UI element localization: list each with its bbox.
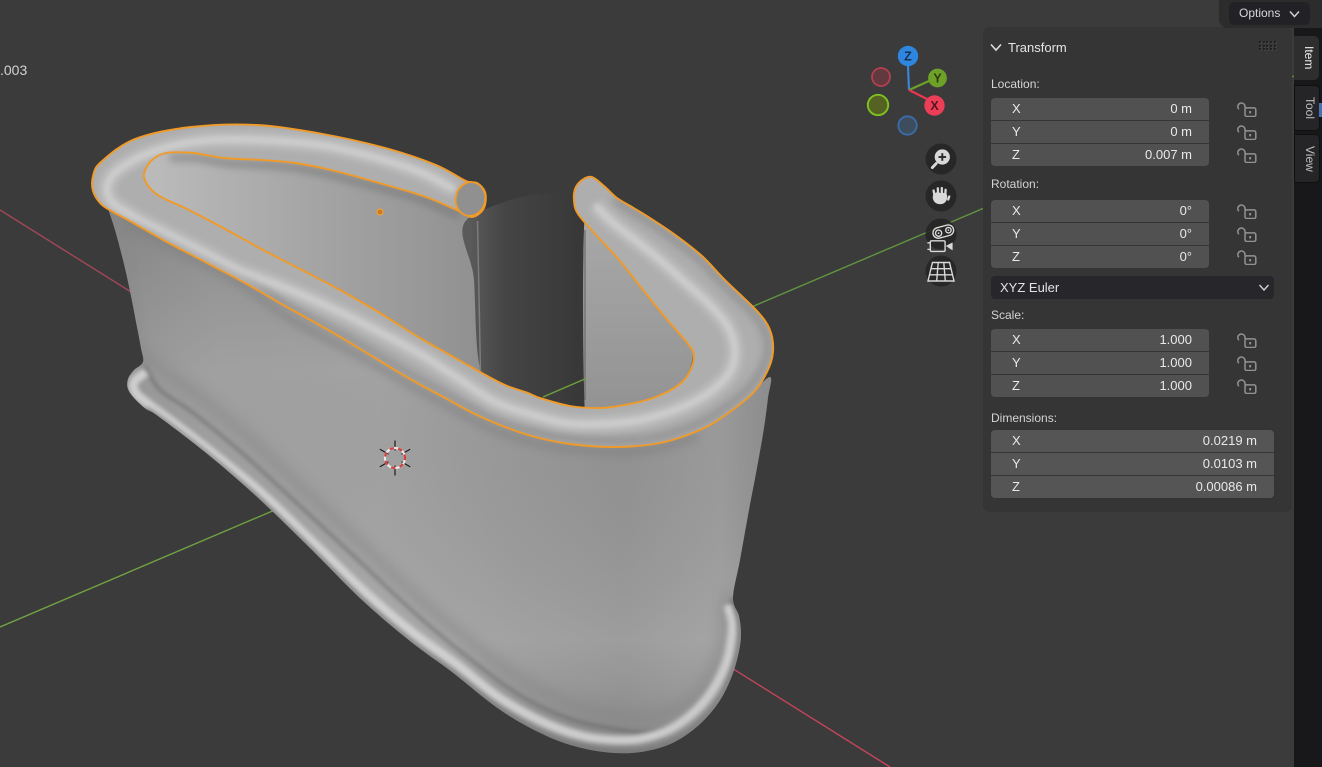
svg-text:X: X [930,99,939,113]
svg-text:Z: Z [904,50,912,64]
svg-text:Y: Y [933,72,942,86]
